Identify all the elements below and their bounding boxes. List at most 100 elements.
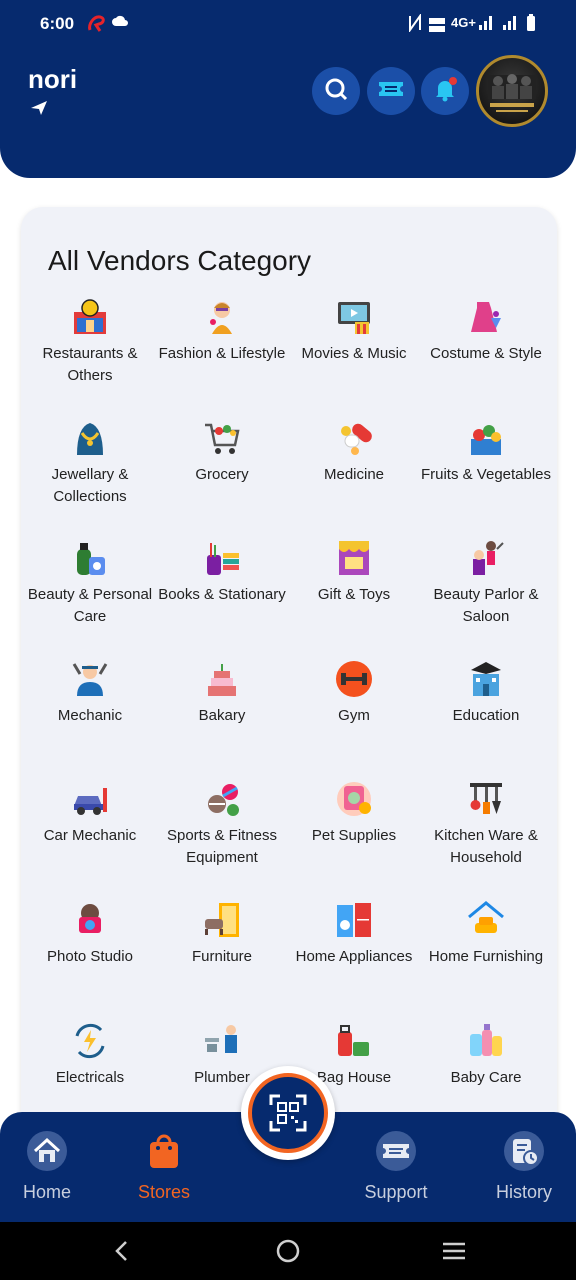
pet-icon (334, 779, 374, 819)
category-label: Plumber (194, 1068, 250, 1086)
bag-icon (334, 1021, 374, 1061)
furniture-icon (202, 900, 242, 940)
grocery-cart-icon (202, 418, 242, 458)
category-label: Medicine (323, 465, 385, 483)
category-label: Beauty & Personal Care (27, 586, 153, 626)
category-item[interactable]: Medicine (288, 418, 420, 486)
nav-home-label: Home (22, 1182, 71, 1202)
category-item[interactable]: Fashion & Lifestyle (156, 297, 288, 365)
baby-care-icon (466, 1021, 506, 1061)
nav-history-label: History (495, 1182, 552, 1202)
system-navigation-bar (0, 1222, 576, 1280)
category-label: Jewellary & Collections (51, 465, 129, 505)
category-item[interactable]: Fruits & Vegetables (420, 418, 552, 486)
battery-icon (526, 14, 536, 37)
medicine-icon (334, 418, 374, 458)
sports-icon (202, 779, 242, 819)
category-label: Furniture (191, 948, 253, 965)
nav-support[interactable]: Support (341, 1130, 451, 1203)
car-repair-icon (70, 779, 110, 819)
category-item[interactable]: Costume & Style (420, 297, 552, 365)
school-icon (466, 659, 506, 699)
search-button[interactable] (312, 67, 360, 115)
costume-icon (466, 297, 506, 337)
category-item[interactable]: Electricals (24, 1021, 156, 1089)
category-item[interactable]: Baby Care (420, 1021, 552, 1089)
signal-icon-1 (478, 14, 494, 35)
home-circle-icon[interactable] (273, 1236, 303, 1266)
category-item[interactable]: Mechanic (24, 659, 156, 727)
movies-icon (334, 297, 374, 337)
scan-qr-button[interactable] (241, 1066, 335, 1160)
category-item[interactable]: Car Mechanic (24, 779, 156, 847)
airtel-icon (86, 14, 108, 39)
back-icon[interactable] (107, 1236, 137, 1266)
category-item[interactable]: Pet Supplies (288, 779, 420, 847)
category-label: Mechanic (57, 706, 123, 724)
cake-icon (202, 659, 242, 699)
vendor-category-card: All Vendors Category Restaurants & Other… (21, 207, 557, 1137)
category-item[interactable]: Gift & Toys (288, 538, 420, 606)
history-icon (503, 1130, 545, 1172)
category-label: Books & Stationary (158, 586, 286, 604)
category-item[interactable]: Beauty Parlor & Saloon (420, 538, 552, 628)
category-item[interactable]: Education (420, 659, 552, 727)
nav-home[interactable]: Home (0, 1130, 102, 1203)
volte-icon (428, 16, 446, 36)
category-item[interactable]: Gym (288, 659, 420, 727)
nav-stores[interactable]: Stores (109, 1130, 219, 1203)
nav-support-label: Support (364, 1182, 428, 1202)
jewellery-icon (70, 418, 110, 458)
ticket-icon (377, 78, 405, 105)
network-type: 4G+ (451, 15, 476, 30)
category-label: Home Appliances (295, 948, 413, 965)
category-item[interactable]: Home Furnishing (420, 900, 552, 968)
category-label: Education (452, 706, 520, 724)
category-label: Bag House (316, 1068, 392, 1086)
category-label: Fruits & Vegetables (420, 465, 552, 483)
category-item[interactable]: Books & Stationary (156, 538, 288, 606)
cloud-icon (112, 14, 128, 33)
category-item[interactable]: Furniture (156, 900, 288, 968)
mechanic-icon (70, 659, 110, 699)
category-label: Costume & Style (430, 345, 542, 362)
category-item[interactable]: Beauty & Personal Care (24, 538, 156, 628)
category-item[interactable]: Restaurants & Others (24, 297, 156, 387)
category-item[interactable]: Grocery (156, 418, 288, 486)
camera-icon (70, 900, 110, 940)
shopping-bag-icon (143, 1130, 185, 1172)
salon-icon (466, 538, 506, 578)
category-label: Car Mechanic (43, 827, 137, 845)
category-item[interactable]: Bakary (156, 659, 288, 727)
category-label: Sports & Fitness Equipment (166, 827, 278, 867)
category-item[interactable]: Movies & Music (288, 297, 420, 365)
fruits-icon (466, 418, 506, 458)
signal-icon-2 (502, 14, 518, 35)
nav-history[interactable]: History (469, 1130, 576, 1203)
status-time: 6:00 (40, 14, 75, 33)
category-label: Grocery (195, 465, 249, 483)
search-icon (323, 76, 349, 107)
category-item[interactable]: Home Appliances (288, 900, 420, 968)
coupon-button[interactable] (367, 67, 415, 115)
profile-avatar[interactable] (476, 55, 548, 127)
fashion-icon (202, 297, 242, 337)
books-icon (202, 538, 242, 578)
category-label: Restaurants & Others (42, 345, 138, 384)
home-furnishing-icon (466, 900, 506, 940)
category-item[interactable]: Jewellary & Collections (24, 418, 156, 508)
category-label: Movies & Music (301, 345, 407, 362)
category-label: Gift & Toys (317, 586, 391, 604)
category-item[interactable]: Kitchen Ware & Household (420, 779, 552, 869)
category-label: Fashion & Lifestyle (158, 345, 286, 362)
bell-icon (431, 75, 459, 108)
qr-scan-icon (248, 1073, 328, 1153)
category-item[interactable]: Sports & Fitness Equipment (156, 779, 288, 869)
category-label: Home Furnishing (428, 948, 544, 965)
notifications-button[interactable] (421, 67, 469, 115)
category-item[interactable]: Photo Studio (24, 900, 156, 968)
category-label: Gym (338, 706, 370, 724)
recents-menu-icon[interactable] (439, 1236, 469, 1266)
dumbbell-icon (334, 659, 374, 699)
gift-shop-icon (334, 538, 374, 578)
